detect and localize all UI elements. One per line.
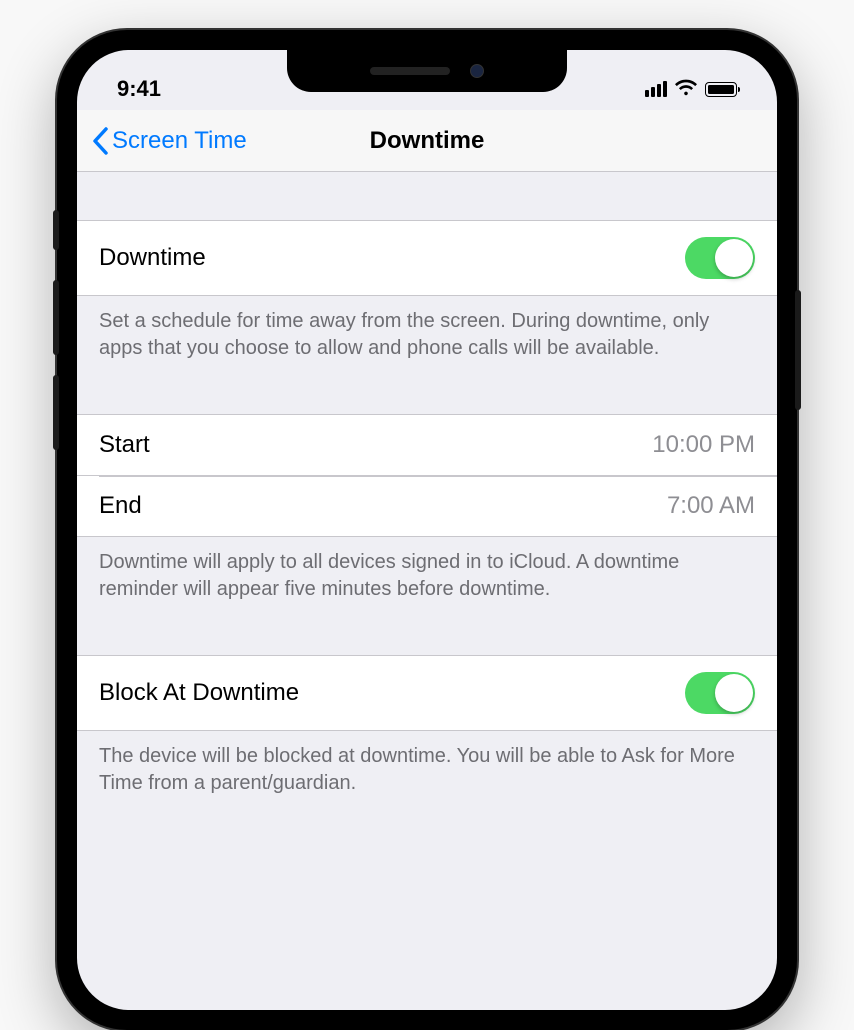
speaker (370, 67, 450, 75)
volume-down-button (53, 375, 59, 450)
back-label: Screen Time (112, 127, 247, 155)
notch (287, 50, 567, 92)
battery-icon (705, 82, 737, 97)
cellular-signal-icon (645, 81, 667, 97)
schedule-footer: Downtime will apply to all devices signe… (77, 537, 777, 615)
phone-frame: 9:41 (57, 30, 797, 1030)
screen: 9:41 (77, 50, 777, 1010)
block-toggle-row: Block At Downtime (77, 655, 777, 731)
end-label: End (99, 492, 142, 520)
downtime-label: Downtime (99, 244, 206, 272)
mute-switch (53, 210, 59, 250)
front-camera (470, 64, 484, 78)
status-indicators (645, 76, 737, 102)
start-label: Start (99, 431, 150, 459)
downtime-toggle[interactable] (685, 237, 755, 279)
volume-up-button (53, 280, 59, 355)
page-title: Downtime (370, 127, 485, 155)
block-footer: The device will be blocked at downtime. … (77, 731, 777, 809)
back-button[interactable]: Screen Time (92, 127, 247, 155)
nav-bar: Screen Time Downtime (77, 110, 777, 172)
block-toggle[interactable] (685, 672, 755, 714)
downtime-footer: Set a schedule for time away from the sc… (77, 296, 777, 374)
start-value: 10:00 PM (652, 431, 755, 459)
end-value: 7:00 AM (667, 492, 755, 520)
power-button (795, 290, 801, 410)
start-row[interactable]: Start 10:00 PM (77, 414, 777, 476)
chevron-left-icon (92, 127, 108, 155)
content: Downtime Set a schedule for time away fr… (77, 172, 777, 809)
block-label: Block At Downtime (99, 679, 299, 707)
end-row[interactable]: End 7:00 AM (77, 476, 777, 537)
status-time: 9:41 (117, 76, 161, 102)
downtime-toggle-row: Downtime (77, 220, 777, 296)
wifi-icon (675, 76, 697, 102)
